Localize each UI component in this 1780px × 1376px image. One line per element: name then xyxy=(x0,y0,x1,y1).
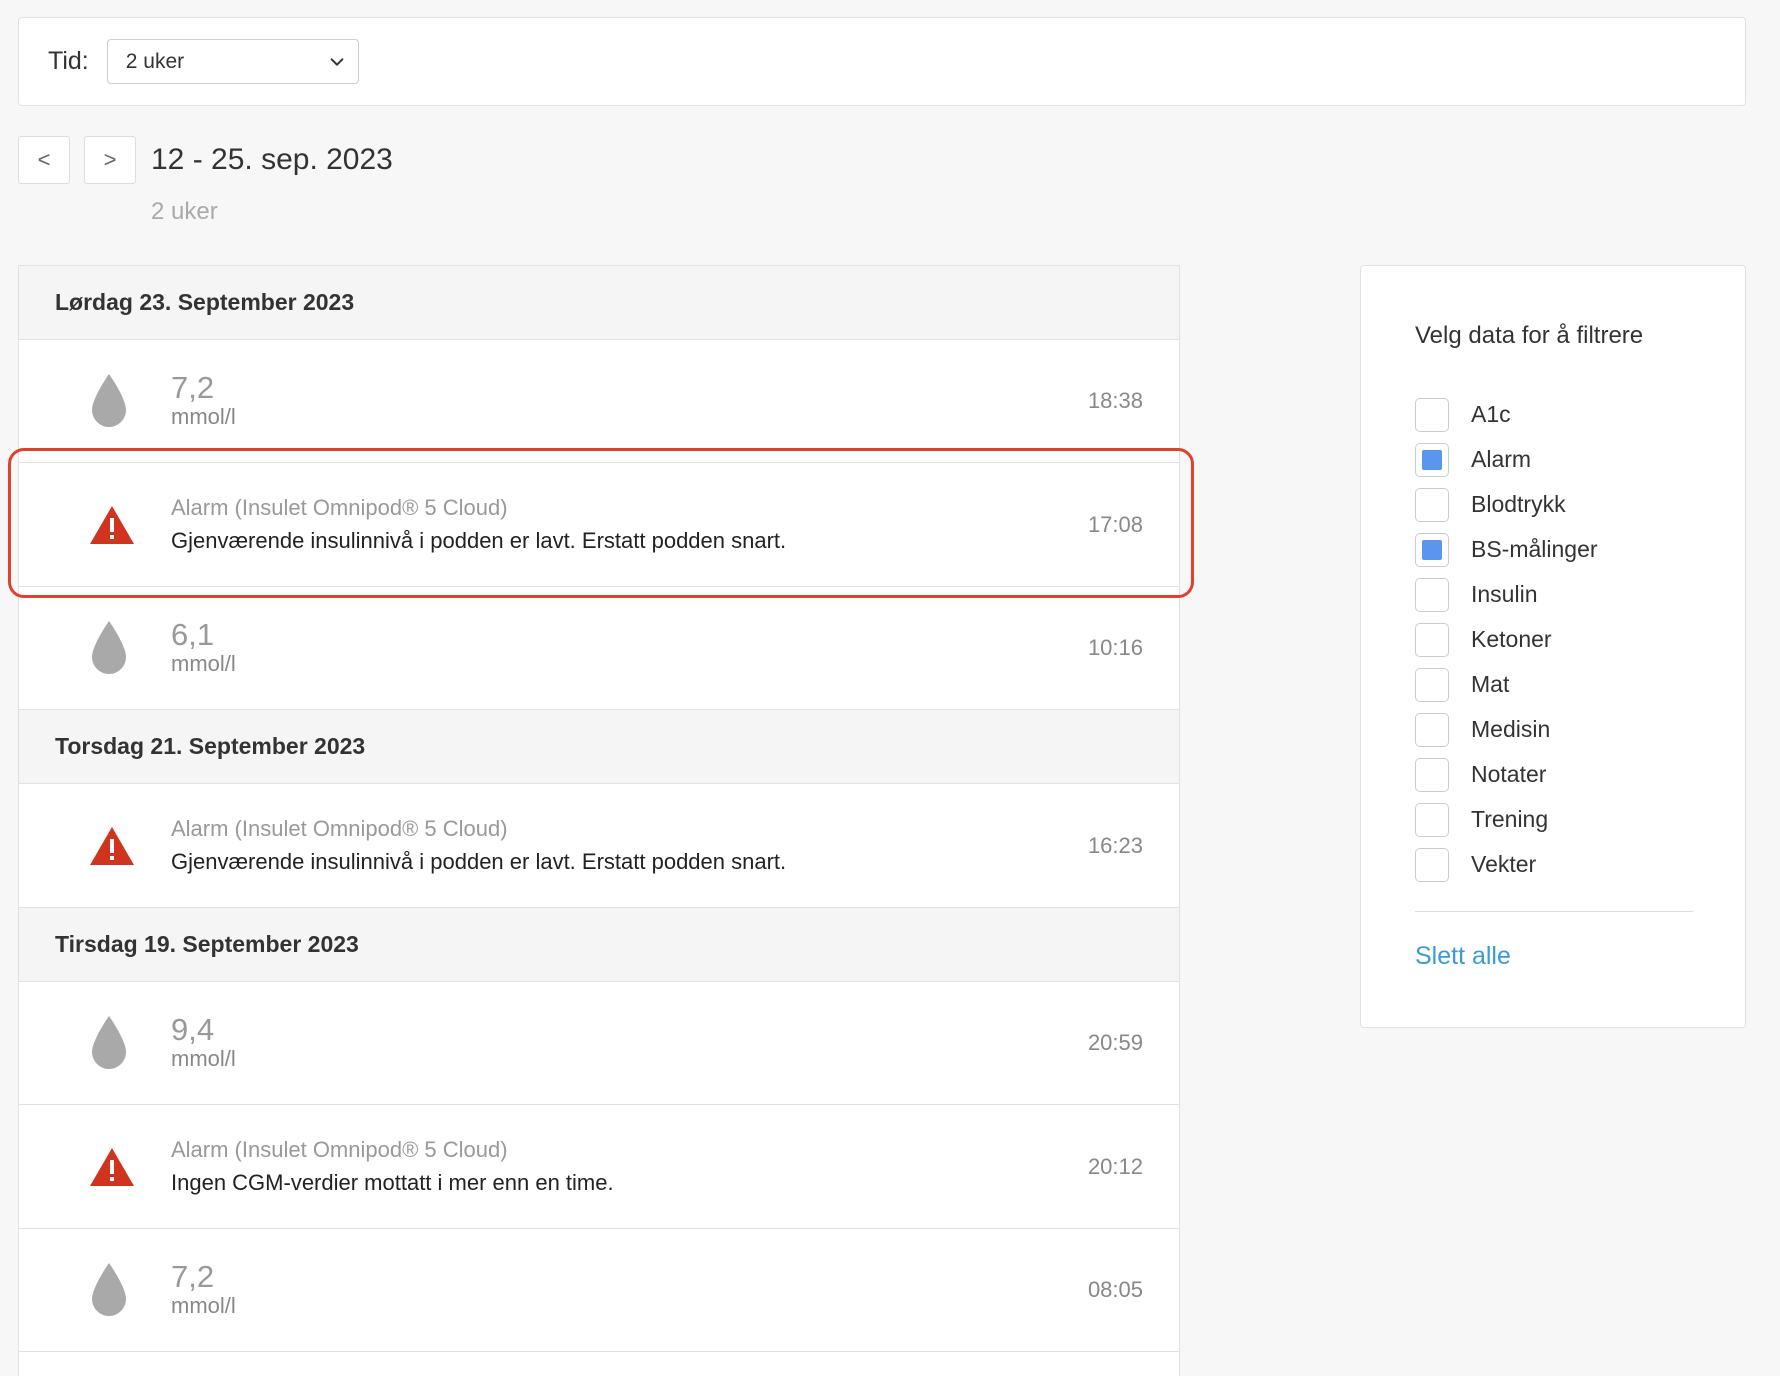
water-drop-icon xyxy=(92,621,126,674)
blood-sugar-value: 7,2 xyxy=(171,1259,215,1294)
alarm-source: Alarm (Insulet Omnipod® 5 Cloud) xyxy=(171,815,508,841)
filter-checkbox[interactable] xyxy=(1415,532,1449,567)
warning-triangle-icon xyxy=(90,505,134,544)
alarm-message: Ingen CGM-verdier mottatt i mer enn en t… xyxy=(171,1169,614,1195)
filter-label: Trening xyxy=(1471,806,1549,832)
time-period-select[interactable]: 2 uker xyxy=(106,39,359,84)
filter-checkbox[interactable] xyxy=(1415,397,1449,432)
clear-all-link[interactable]: Slett alle xyxy=(1415,942,1745,971)
alarm-entry[interactable]: Alarm (Insulet Omnipod® 5 Cloud) Gjenvær… xyxy=(19,463,1179,587)
filter-item-blodtrykk[interactable]: Blodtrykk xyxy=(1415,482,1745,527)
filter-item-insulin[interactable]: Insulin xyxy=(1415,572,1745,617)
entry-time: 10:16 xyxy=(1087,635,1143,660)
filter-item-ketoner[interactable]: Ketoner xyxy=(1415,617,1745,662)
blood-sugar-unit: mmol/l xyxy=(171,1046,236,1071)
alarm-entry[interactable]: Alarm (Insulet Omnipod® 5 Cloud) Ingen C… xyxy=(19,1105,1179,1229)
alarm-source: Alarm (Insulet Omnipod® 5 Cloud) xyxy=(171,494,508,520)
date-range-title: 12 - 25. sep. 2023 xyxy=(151,143,393,176)
water-drop-icon xyxy=(92,374,126,427)
time-period-value: 2 uker xyxy=(125,49,185,73)
blood-sugar-entry[interactable]: 9,4 mmol/l 20:59 xyxy=(19,982,1179,1105)
filter-label: Insulin xyxy=(1471,581,1538,607)
blood-sugar-entry[interactable]: 7,2 mmol/l 18:38 xyxy=(19,340,1179,463)
day-header: Lørdag 23. September 2023 xyxy=(19,266,1179,340)
alarm-entry[interactable]: Alarm (Insulet Omnipod® 5 Cloud) Gjenvær… xyxy=(19,784,1179,908)
blood-sugar-value: 9,4 xyxy=(171,1012,215,1047)
filter-checkbox[interactable] xyxy=(1415,847,1449,882)
date-range-subtitle: 2 uker xyxy=(151,198,218,225)
entry-time: 16:23 xyxy=(1087,832,1143,858)
filter-checkbox[interactable] xyxy=(1415,712,1449,747)
blood-sugar-entry[interactable]: 7,2 mmol/l 08:05 xyxy=(19,1229,1179,1352)
filter-item-trening[interactable]: Trening xyxy=(1415,797,1745,842)
water-drop-icon xyxy=(92,1016,126,1069)
filter-label: Notater xyxy=(1471,761,1547,787)
entries-list: Lørdag 23. September 2023 7,2 mmol/l 18:… xyxy=(18,265,1180,1376)
water-drop-icon xyxy=(92,1263,126,1316)
filter-item-mat[interactable]: Mat xyxy=(1415,662,1745,707)
blood-sugar-unit: mmol/l xyxy=(171,1293,236,1318)
day-header: Tirsdag 19. September 2023 xyxy=(19,908,1179,982)
data-filter-panel: Velg data for å filtrere A1c Alarm Blodt… xyxy=(1360,265,1746,1028)
entry-time: 17:08 xyxy=(1087,511,1143,537)
filter-divider xyxy=(1415,911,1693,912)
filter-label: Vekter xyxy=(1471,851,1537,877)
filter-item-medisin[interactable]: Medisin xyxy=(1415,707,1745,752)
filter-label: Ketoner xyxy=(1471,626,1552,652)
time-filter-bar: Tid: 2 uker xyxy=(18,17,1746,106)
filter-item-bs-malinger[interactable]: BS-målinger xyxy=(1415,527,1745,572)
day-header: Torsdag 21. September 2023 xyxy=(19,710,1179,784)
warning-triangle-icon xyxy=(90,1147,134,1186)
filter-heading: Velg data for å filtrere xyxy=(1415,322,1644,349)
alarm-message: Gjenværende insulinnivå i podden er lavt… xyxy=(171,848,787,874)
filter-checkbox[interactable] xyxy=(1415,487,1449,522)
filter-item-notater[interactable]: Notater xyxy=(1415,752,1745,797)
filter-label: Mat xyxy=(1471,671,1510,697)
alarm-source: Alarm (Insulet Omnipod® 5 Cloud) xyxy=(171,1136,508,1162)
filter-item-vekter[interactable]: Vekter xyxy=(1415,842,1745,887)
previous-period-button[interactable]: < xyxy=(18,136,70,184)
next-period-button[interactable]: > xyxy=(84,136,136,184)
filter-label: Blodtrykk xyxy=(1471,491,1566,517)
filter-label: Medisin xyxy=(1471,716,1551,742)
entry-time: 18:38 xyxy=(1087,388,1143,413)
filter-checkbox[interactable] xyxy=(1415,667,1449,702)
filter-item-alarm[interactable]: Alarm xyxy=(1415,437,1745,482)
filter-checkbox[interactable] xyxy=(1415,577,1449,612)
filter-label: BS-målinger xyxy=(1471,536,1598,562)
entry-time: 20:59 xyxy=(1087,1030,1143,1055)
entry-time: 20:12 xyxy=(1087,1153,1143,1179)
alarm-message: Gjenværende insulinnivå i podden er lavt… xyxy=(171,527,787,553)
blood-sugar-entry[interactable]: 6,1 mmol/l 10:16 xyxy=(19,587,1179,710)
blood-sugar-unit: mmol/l xyxy=(171,651,236,676)
blood-sugar-value: 6,1 xyxy=(171,617,215,652)
filter-checkbox[interactable] xyxy=(1415,442,1449,477)
blood-sugar-unit: mmol/l xyxy=(171,404,236,429)
filter-checkbox[interactable] xyxy=(1415,622,1449,657)
filter-label: A1c xyxy=(1471,401,1511,427)
filter-checkbox[interactable] xyxy=(1415,802,1449,837)
entry-time: 08:05 xyxy=(1087,1277,1143,1302)
time-label: Tid: xyxy=(48,47,89,75)
filter-checkbox[interactable] xyxy=(1415,757,1449,792)
chevron-down-icon xyxy=(330,57,344,66)
warning-triangle-icon xyxy=(90,826,134,865)
filter-item-a1c[interactable]: A1c xyxy=(1415,392,1745,437)
filter-label: Alarm xyxy=(1471,446,1532,472)
blood-sugar-value: 7,2 xyxy=(171,370,215,405)
